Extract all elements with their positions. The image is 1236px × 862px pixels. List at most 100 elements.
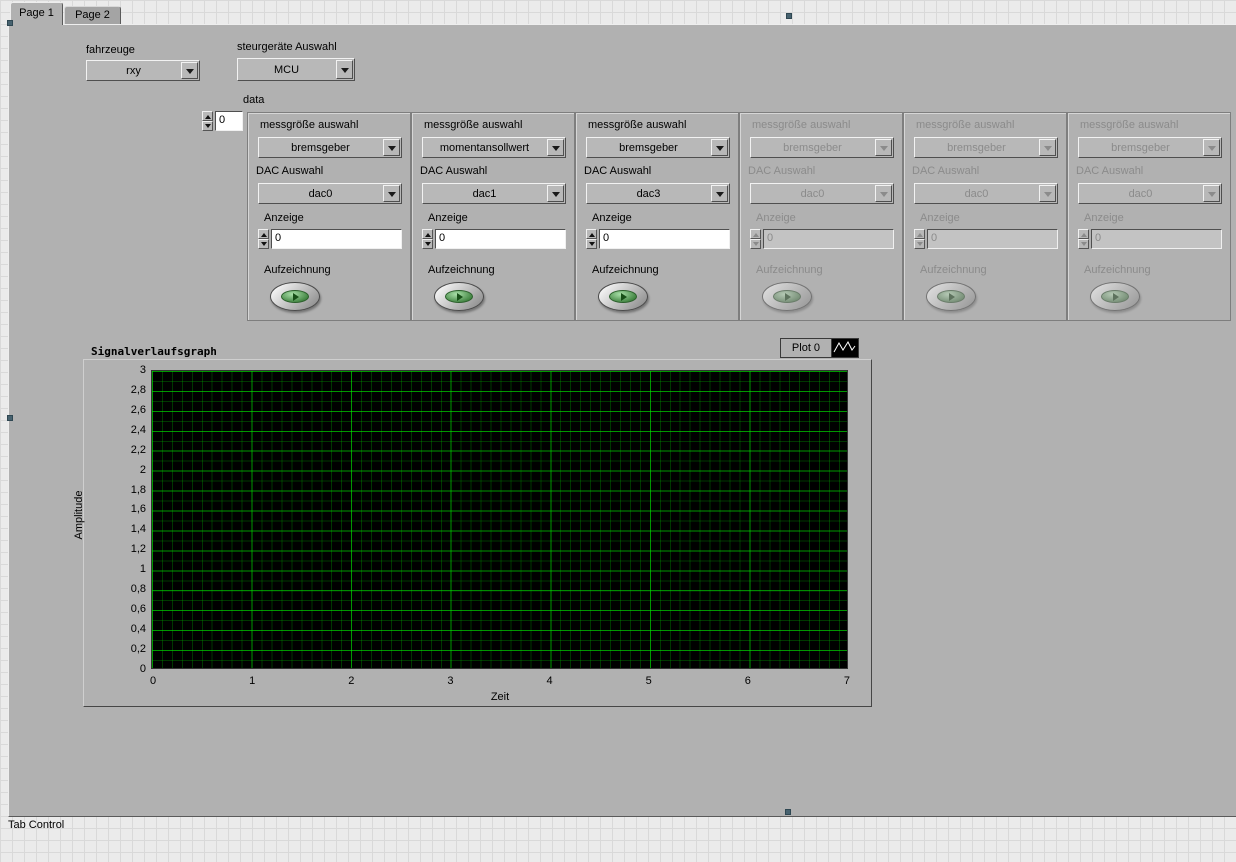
decrement-arrow-icon [750, 239, 761, 249]
array-index-control: 0 [202, 111, 243, 131]
dac-dropdown: dac0 [1078, 183, 1222, 204]
increment-arrow-icon[interactable] [202, 111, 213, 121]
messgroesse-dropdown: bremsgeber [1078, 137, 1222, 158]
dac-dropdown: dac0 [750, 183, 894, 204]
chevron-down-icon[interactable] [547, 185, 564, 202]
chevron-down-icon[interactable] [181, 62, 198, 79]
tick-label: 0,6 [130, 603, 146, 616]
messgroesse-dropdown[interactable]: momentansollwert [422, 137, 566, 158]
anzeige-value[interactable]: 0 [599, 229, 730, 249]
chevron-down-icon[interactable] [711, 139, 728, 156]
tick-label: 2,2 [130, 443, 146, 456]
chevron-down-icon[interactable] [547, 139, 564, 156]
tick-label: 7 [843, 675, 851, 687]
dac-value: dac0 [308, 187, 333, 200]
selection-handle[interactable] [7, 20, 13, 26]
anzeige-value[interactable]: 0 [271, 229, 402, 249]
array-index-value[interactable]: 0 [215, 111, 243, 131]
y-axis-ticks: 3 2,8 2,6 2,4 2,2 2 1,8 1,6 1,4 1,2 1 0,8 0,6 0,4 0,2 0 [102, 364, 146, 675]
fahrzeuge-dropdown[interactable]: rxy [86, 60, 200, 81]
chevron-down-icon[interactable] [383, 185, 400, 202]
anzeige-control: 0 [258, 229, 402, 249]
led-green-icon [445, 290, 473, 303]
messgroesse-dropdown[interactable]: bremsgeber [258, 137, 402, 158]
steuergeraete-value: MCU [273, 63, 300, 76]
anzeige-control: 0 [422, 229, 566, 249]
dac-value: dac0 [964, 187, 989, 200]
messgroesse-value: bremsgeber [1111, 141, 1170, 154]
tick-label: 2 [139, 463, 146, 476]
aufzeichnung-label: Aufzeichnung [428, 264, 495, 276]
aufzeichnung-label: Aufzeichnung [920, 264, 987, 276]
chevron-down-icon[interactable] [383, 139, 400, 156]
dac-label: DAC Auswahl [1076, 165, 1144, 177]
messgroesse-label: messgröße auswahl [260, 119, 359, 131]
aufzeichnung-button[interactable] [270, 282, 320, 311]
increment-arrow-icon[interactable] [422, 229, 433, 239]
messgroesse-dropdown: bremsgeber [750, 137, 894, 158]
increment-arrow-icon[interactable] [258, 229, 269, 239]
dac-value: dac0 [1128, 187, 1153, 200]
array-index-spinner[interactable] [202, 111, 213, 131]
graph-title: Signalverlaufsgraph [91, 345, 217, 358]
aufzeichnung-label: Aufzeichnung [1084, 264, 1151, 276]
messgroesse-value: bremsgeber [291, 141, 350, 154]
dac-dropdown[interactable]: dac3 [586, 183, 730, 204]
dac-dropdown[interactable]: dac0 [258, 183, 402, 204]
tick-label: 3 [139, 364, 146, 376]
increment-arrow-icon [1078, 229, 1089, 239]
tick-label: 4 [546, 675, 553, 687]
dac-label: DAC Auswahl [256, 165, 324, 177]
tab-page-1[interactable]: Page 1 [10, 2, 63, 25]
tab-page-2[interactable]: Page 2 [64, 6, 121, 24]
anzeige-label: Anzeige [592, 212, 632, 224]
anzeige-spinner[interactable] [258, 229, 269, 249]
chevron-down-icon [1039, 185, 1056, 202]
messgroesse-dropdown: bremsgeber [914, 137, 1058, 158]
anzeige-spinner[interactable] [422, 229, 433, 249]
channel-cluster-1: messgröße auswahl bremsgeber DAC Auswahl… [247, 112, 411, 321]
anzeige-control: 0 [914, 229, 1058, 249]
plot-area [151, 370, 848, 669]
led-green-icon [281, 290, 309, 303]
increment-arrow-icon [914, 229, 925, 239]
steuergeraete-label: steurgeräte Auswahl [237, 41, 337, 53]
plot-legend-label: Plot 0 [781, 339, 831, 357]
tick-label: 0 [149, 675, 157, 687]
dac-value: dac0 [800, 187, 825, 200]
led-green-icon [609, 290, 637, 303]
tick-label: 1 [139, 563, 146, 576]
chevron-down-icon [1203, 185, 1220, 202]
decrement-arrow-icon[interactable] [586, 239, 597, 249]
decrement-arrow-icon[interactable] [258, 239, 269, 249]
chevron-down-icon[interactable] [711, 185, 728, 202]
anzeige-spinner[interactable] [586, 229, 597, 249]
chevron-down-icon[interactable] [336, 60, 353, 79]
selection-handle[interactable] [786, 13, 792, 19]
messgroesse-label: messgröße auswahl [916, 119, 1015, 131]
steuergeraete-dropdown[interactable]: MCU [237, 58, 355, 81]
tick-label: 2,6 [130, 403, 146, 416]
aufzeichnung-button [762, 282, 812, 311]
messgroesse-dropdown[interactable]: bremsgeber [586, 137, 730, 158]
dac-dropdown[interactable]: dac1 [422, 183, 566, 204]
plot-legend[interactable]: Plot 0 [780, 338, 859, 358]
tick-label: 2 [348, 675, 355, 687]
aufzeichnung-button [926, 282, 976, 311]
messgroesse-label: messgröße auswahl [1080, 119, 1179, 131]
anzeige-value[interactable]: 0 [435, 229, 566, 249]
aufzeichnung-button[interactable] [434, 282, 484, 311]
decrement-arrow-icon[interactable] [422, 239, 433, 249]
decrement-arrow-icon[interactable] [202, 121, 213, 131]
aufzeichnung-button[interactable] [598, 282, 648, 311]
selection-handle[interactable] [785, 809, 791, 815]
tick-label: 1,2 [130, 543, 146, 556]
selection-handle[interactable] [7, 415, 13, 421]
tab-panel-page-1: fahrzeuge rxy steurgeräte Auswahl MCU da… [8, 24, 1236, 817]
dac-label: DAC Auswahl [420, 165, 488, 177]
anzeige-spinner [914, 229, 925, 249]
increment-arrow-icon[interactable] [586, 229, 597, 239]
tick-label: 1 [249, 675, 256, 687]
led-green-icon [937, 290, 965, 303]
messgroesse-label: messgröße auswahl [752, 119, 851, 131]
